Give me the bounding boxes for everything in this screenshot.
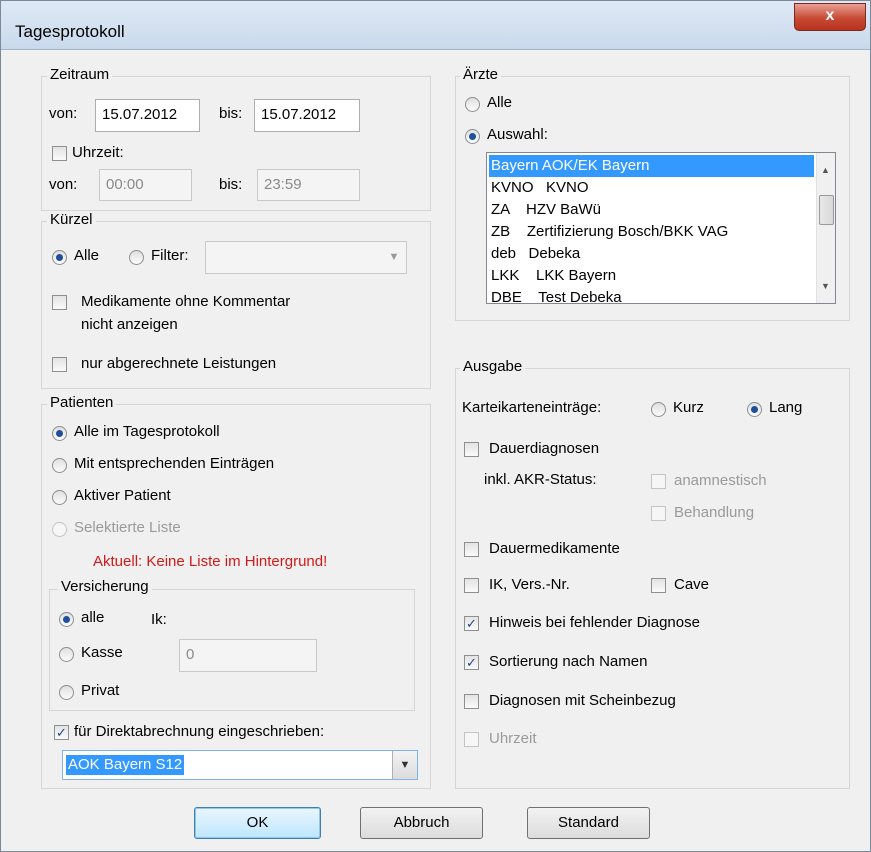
kartei-kurz-label: Kurz xyxy=(673,399,704,416)
uhrzeit-label: Uhrzeit: xyxy=(72,144,124,161)
diagnosen-schein-checkbox[interactable] xyxy=(464,694,479,709)
chevron-down-icon[interactable]: ▼ xyxy=(392,751,417,779)
sortierung-checkbox[interactable]: ✓ xyxy=(464,655,479,670)
scrollbar-thumb[interactable] xyxy=(819,195,834,225)
versicherung-privat-radio[interactable] xyxy=(59,685,74,700)
list-item[interactable]: KVNO KVNO xyxy=(491,177,811,199)
title-bar: Tagesprotokoll x xyxy=(1,1,870,50)
aerzte-alle-label: Alle xyxy=(487,94,513,111)
direktabrechnung-label: für Direktabrechnung eingeschrieben: xyxy=(74,723,325,740)
list-item[interactable]: ZA HZV BaWü xyxy=(491,199,811,221)
medikamente-label-line1: Medikamente ohne Kommentar xyxy=(81,293,291,310)
versicherung-alle-label: alle xyxy=(81,609,105,626)
ik-label: Ik: xyxy=(151,611,167,628)
behandlung-label: Behandlung xyxy=(674,504,755,521)
patienten-aktiv-radio[interactable] xyxy=(52,490,67,505)
scroll-down-icon[interactable]: ▼ xyxy=(821,281,830,291)
dauerdiagnosen-label: Dauerdiagnosen xyxy=(489,440,600,457)
chevron-down-icon: ▼ xyxy=(382,242,406,273)
ausgabe-uhrzeit-checkbox[interactable] xyxy=(464,732,479,747)
kasse-dropdown[interactable]: AOK Bayern S12 ▼ xyxy=(62,750,418,780)
anamnestisch-checkbox[interactable] xyxy=(651,474,666,489)
dauermedikamente-checkbox[interactable] xyxy=(464,542,479,557)
versicherung-alle-radio[interactable] xyxy=(59,612,74,627)
ausgabe-uhrzeit-label: Uhrzeit xyxy=(489,730,537,747)
aerzte-alle-radio[interactable] xyxy=(465,97,480,112)
list-item[interactable]: DBE Test Debeka xyxy=(491,287,811,303)
patienten-alle-radio[interactable] xyxy=(52,426,67,441)
patienten-liste-radio[interactable] xyxy=(52,522,67,537)
list-item[interactable]: ZB Zertifizierung Bosch/BKK VAG xyxy=(491,221,811,243)
sortierung-label: Sortierung nach Namen xyxy=(489,653,648,670)
uhrzeit-checkbox[interactable] xyxy=(52,146,67,161)
kuerzel-filter-radio[interactable] xyxy=(129,250,144,265)
filter-dropdown[interactable]: ▼ xyxy=(205,241,407,274)
bis-date-input[interactable]: 15.07.2012 xyxy=(254,99,360,132)
akr-label: inkl. AKR-Status: xyxy=(484,471,597,488)
hinweis-checkbox[interactable]: ✓ xyxy=(464,616,479,631)
patienten-eintraege-radio[interactable] xyxy=(52,458,67,473)
aerzte-listbox[interactable]: Bayern AOK/EK Bayern KVNO KVNO ZA HZV Ba… xyxy=(486,152,836,304)
list-item[interactable]: LKK LKK Bayern xyxy=(491,265,811,287)
dialog-window: Tagesprotokoll x Zeitraum von: 15.07.201… xyxy=(0,0,871,852)
versicherung-privat-label: Privat xyxy=(81,682,120,699)
close-button[interactable]: x xyxy=(794,3,866,31)
direktabrechnung-checkbox[interactable]: ✓ xyxy=(54,725,69,740)
bis-time-label: bis: xyxy=(219,176,243,193)
kartei-lang-label: Lang xyxy=(769,399,803,416)
patienten-alle-label: Alle im Tagesprotokoll xyxy=(74,423,220,440)
ik-versnr-checkbox[interactable] xyxy=(464,578,479,593)
zeitraum-title: Zeitraum xyxy=(47,66,113,83)
kuerzel-filter-label: Filter: xyxy=(151,247,189,264)
kasse-dropdown-value: AOK Bayern S12 xyxy=(66,755,185,775)
aerzte-title: Ärzte xyxy=(460,66,502,83)
nur-abgerechnete-checkbox[interactable] xyxy=(52,357,67,372)
window-title: Tagesprotokoll xyxy=(15,22,125,41)
kuerzel-alle-label: Alle xyxy=(74,247,100,264)
list-item[interactable]: Bayern AOK/EK Bayern xyxy=(489,155,814,177)
ausgabe-title: Ausgabe xyxy=(460,358,526,375)
list-item[interactable]: deb Debeka xyxy=(491,243,811,265)
kartei-kurz-radio[interactable] xyxy=(651,402,666,417)
ok-button[interactable]: OK xyxy=(194,807,321,839)
cave-checkbox[interactable] xyxy=(651,578,666,593)
kuerzel-title: Kürzel xyxy=(47,211,96,228)
liste-warning: Aktuell: Keine Liste im Hintergrund! xyxy=(93,553,328,570)
scroll-up-icon[interactable]: ▲ xyxy=(821,165,830,175)
diagnosen-schein-label: Diagnosen mit Scheinbezug xyxy=(489,692,676,709)
versicherung-kasse-radio[interactable] xyxy=(59,647,74,662)
patienten-eintraege-label: Mit entsprechenden Einträgen xyxy=(74,455,275,472)
behandlung-checkbox[interactable] xyxy=(651,506,666,521)
kasse-ik-input[interactable]: 0 xyxy=(179,639,317,672)
standard-button[interactable]: Standard xyxy=(527,807,650,839)
hinweis-label: Hinweis bei fehlender Diagnose xyxy=(489,614,700,631)
abbruch-button[interactable]: Abbruch xyxy=(360,807,483,839)
aerzte-auswahl-radio[interactable] xyxy=(465,129,480,144)
ik-versnr-label: IK, Vers.-Nr. xyxy=(489,576,570,593)
aerzte-auswahl-label: Auswahl: xyxy=(487,126,548,143)
versicherung-title: Versicherung xyxy=(58,578,152,595)
anamnestisch-label: anamnestisch xyxy=(674,472,767,489)
patienten-title: Patienten xyxy=(47,394,117,411)
kuerzel-alle-radio[interactable] xyxy=(52,250,67,265)
von-time-input[interactable]: 00:00 xyxy=(99,169,192,201)
bis-label: bis: xyxy=(219,105,243,122)
listbox-scrollbar[interactable]: ▲ ▼ xyxy=(816,153,835,303)
patienten-liste-label: Selektierte Liste xyxy=(74,519,181,536)
von-time-label: von: xyxy=(49,176,78,193)
von-label: von: xyxy=(49,105,78,122)
dauerdiagnosen-checkbox[interactable] xyxy=(464,442,479,457)
patienten-aktiv-label: Aktiver Patient xyxy=(74,487,171,504)
von-date-input[interactable]: 15.07.2012 xyxy=(95,99,200,132)
medikamente-checkbox[interactable] xyxy=(52,295,67,310)
kartei-lang-radio[interactable] xyxy=(747,402,762,417)
versicherung-kasse-label: Kasse xyxy=(81,644,123,661)
kartei-label: Karteikarteneinträge: xyxy=(462,399,602,416)
cave-label: Cave xyxy=(674,576,710,593)
bis-time-input[interactable]: 23:59 xyxy=(257,169,360,201)
medikamente-label-line2: nicht anzeigen xyxy=(81,316,178,333)
nur-abgerechnete-label: nur abgerechnete Leistungen xyxy=(81,355,277,372)
dauermedikamente-label: Dauermedikamente xyxy=(489,540,620,557)
